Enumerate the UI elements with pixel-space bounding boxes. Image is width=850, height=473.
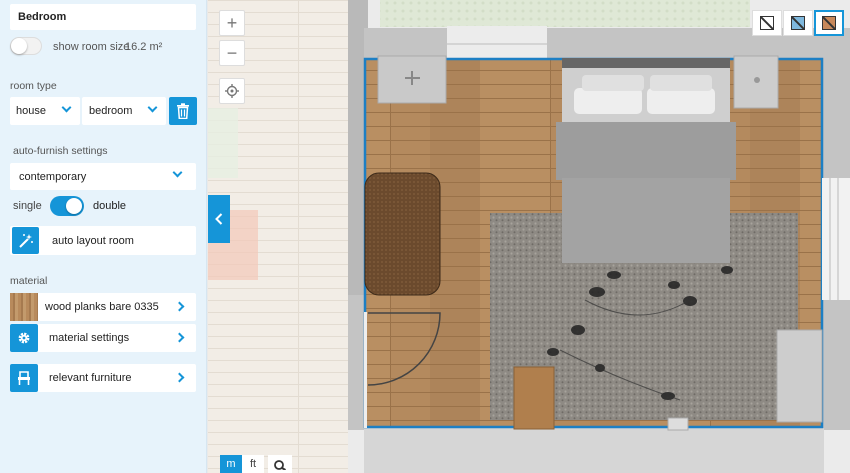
plus-icon: + — [226, 13, 238, 33]
unit-imperial-button[interactable]: ft — [242, 455, 264, 473]
relevant-furniture-label: relevant furniture — [49, 372, 132, 384]
room-name-field[interactable]: Bedroom — [10, 4, 196, 30]
material-section-label: material — [10, 275, 48, 287]
minus-icon: − — [226, 43, 238, 63]
room-category-value: house — [16, 105, 46, 117]
auto-layout-button[interactable]: auto layout room — [10, 226, 196, 255]
auto-furnish-label: auto-furnish settings — [13, 145, 108, 157]
view-mode-lines-button[interactable] — [752, 10, 782, 36]
material-settings-label: material settings — [49, 332, 130, 344]
room-type-select[interactable]: bedroom — [82, 97, 166, 125]
wood-texture-swatch — [10, 293, 38, 321]
show-room-size-label: show room size — [53, 41, 130, 53]
unit-imperial-label: ft — [249, 458, 257, 470]
room-type-label: room type — [10, 80, 57, 92]
view-mode-textured-button[interactable] — [814, 10, 844, 36]
chevron-right-icon — [174, 372, 185, 383]
unit-metric-label: m — [226, 458, 236, 470]
view-mode-flat-button[interactable] — [783, 10, 813, 36]
properties-panel: Bedroom show room size 16.2 m² room type… — [0, 0, 207, 473]
relevant-furniture-button[interactable]: relevant furniture — [10, 364, 196, 392]
magic-wand-icon — [18, 233, 33, 248]
chair-icon — [18, 371, 30, 385]
floor-plan-drawing — [208, 0, 850, 473]
bed-double-label: double — [93, 200, 127, 212]
chevron-right-icon — [174, 332, 185, 343]
toggle-knob — [11, 38, 27, 54]
room-name: Bedroom — [18, 11, 67, 23]
furnish-style-value: contemporary — [19, 171, 87, 183]
room-size-value: 16.2 m² — [125, 41, 163, 53]
furnish-style-select[interactable]: contemporary — [10, 163, 196, 190]
gear-icon — [18, 332, 30, 344]
delete-room-button[interactable] — [169, 97, 197, 125]
textured-view-icon — [822, 16, 836, 30]
auto-layout-label: auto layout room — [52, 235, 134, 247]
zoom-out-button[interactable]: − — [219, 40, 245, 66]
material-picker[interactable]: wood planks bare 0335 — [10, 293, 196, 321]
room-category-select[interactable]: house — [10, 97, 80, 125]
auto-layout-icon-box — [12, 227, 39, 254]
crosshair-icon — [225, 84, 239, 98]
flat-view-icon — [791, 16, 805, 30]
search-button[interactable] — [268, 455, 292, 473]
relevant-furniture-icon-box — [10, 364, 38, 392]
chevron-left-icon — [215, 213, 223, 225]
lines-view-icon — [760, 16, 774, 30]
bed-single-label: single — [13, 200, 42, 212]
chevron-down-icon — [172, 167, 183, 178]
toggle-knob — [66, 198, 82, 214]
unit-metric-button[interactable]: m — [220, 455, 242, 473]
bed-size-toggle[interactable] — [50, 196, 84, 216]
show-room-size-toggle[interactable] — [10, 37, 42, 55]
magnifier-icon — [274, 460, 286, 470]
chevron-right-icon — [174, 301, 185, 312]
material-settings-icon-box — [10, 324, 38, 352]
material-settings-button[interactable]: material settings — [10, 324, 196, 352]
material-name: wood planks bare 0335 — [45, 301, 159, 313]
chevron-down-icon — [147, 102, 158, 113]
zoom-in-button[interactable]: + — [219, 10, 245, 36]
floor-plan-canvas[interactable]: + − m ft — [208, 0, 850, 473]
trash-icon — [177, 103, 189, 119]
room-type-value: bedroom — [89, 105, 133, 117]
collapse-panel-button[interactable] — [208, 195, 230, 243]
center-view-button[interactable] — [219, 78, 245, 104]
chevron-down-icon — [61, 102, 72, 113]
